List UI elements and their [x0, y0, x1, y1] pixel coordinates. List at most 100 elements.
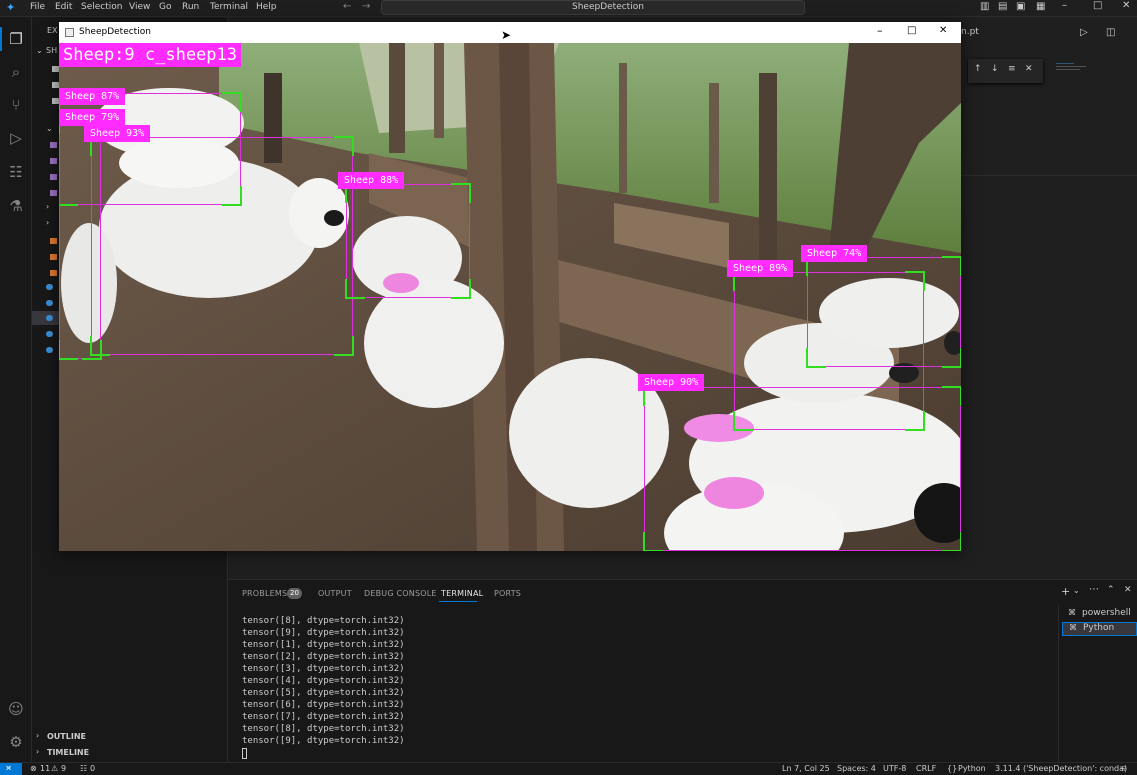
editor-tab-label[interactable]: n.pt — [961, 27, 979, 37]
chevron-down-icon[interactable]: ⌄ — [1073, 586, 1080, 595]
cursor-position[interactable]: Ln 7, Col 25 — [782, 764, 830, 773]
image-file-icon[interactable] — [50, 158, 57, 164]
terminal-line: tensor([6], dtype=torch.int32) — [242, 700, 405, 710]
rss-file-icon[interactable] — [50, 270, 57, 276]
extensions-icon[interactable]: ☷ — [7, 163, 25, 181]
vscode-logo-icon: ✦ — [6, 1, 16, 14]
customize-layout-icon[interactable]: ▦ — [1036, 1, 1045, 12]
next-match-icon[interactable]: ↓ — [991, 64, 999, 74]
box-corner-marker — [59, 340, 78, 360]
panel-toggle-icon[interactable]: ▤ — [998, 1, 1007, 12]
split-editor-icon[interactable]: ◫ — [1106, 27, 1115, 38]
file-icon[interactable] — [52, 82, 59, 88]
chevron-right-icon[interactable]: › — [46, 202, 49, 211]
language-mode[interactable]: Python — [958, 764, 986, 773]
gear-icon[interactable]: ⚙ — [7, 733, 25, 751]
python-file-icon[interactable] — [46, 331, 53, 337]
close-panel-icon[interactable]: ✕ — [1124, 585, 1132, 595]
chevron-right-icon[interactable]: › — [46, 218, 49, 227]
file-icon[interactable] — [52, 66, 59, 72]
run-debug-icon[interactable]: ▷ — [7, 129, 25, 147]
remote-button[interactable]: ⪤ — [0, 763, 22, 775]
terminal-list-divider — [1058, 604, 1059, 762]
ports-count[interactable]: 0 — [90, 764, 95, 773]
tab-output[interactable]: OUTPUT — [318, 589, 352, 598]
explorer-icon[interactable]: ❐ — [7, 30, 25, 48]
back-arrow-icon[interactable]: ← — [343, 1, 351, 12]
file-icon[interactable] — [52, 98, 59, 104]
python-file-icon[interactable] — [46, 347, 53, 353]
maximize-panel-icon[interactable]: ⌃ — [1107, 585, 1115, 595]
chevron-down-icon[interactable]: ⌄ — [36, 46, 43, 55]
tab-debug-console[interactable]: DEBUG CONSOLE — [364, 589, 437, 598]
minimize-icon[interactable]: – — [1062, 0, 1067, 11]
outline-section[interactable]: OUTLINE — [47, 732, 86, 741]
terminal-output[interactable]: tensor([8], dtype=torch.int32) tensor([9… — [228, 612, 1058, 762]
menu-terminal[interactable]: Terminal — [210, 2, 248, 12]
terminal-list-item-python[interactable]: ⌘ Python — [1062, 622, 1137, 636]
braces-icon[interactable]: {} — [947, 764, 957, 773]
close-find-icon[interactable]: ✕ — [1025, 64, 1033, 74]
new-terminal-icon[interactable]: + — [1061, 585, 1070, 598]
notifications-bell-icon[interactable]: ⍾ — [1121, 764, 1126, 774]
ports-icon[interactable]: ☷ — [80, 764, 87, 773]
image-file-icon[interactable] — [50, 174, 57, 180]
source-control-icon[interactable]: ⑂ — [7, 96, 25, 114]
layout-toggle-icon[interactable]: ▥ — [980, 1, 989, 12]
warning-icon[interactable]: ⚠ — [51, 764, 58, 773]
run-file-icon[interactable]: ▷ — [1080, 27, 1088, 38]
rss-file-icon[interactable] — [50, 254, 57, 260]
maximize-icon[interactable]: □ — [1093, 0, 1102, 11]
line-ending[interactable]: CRLF — [916, 764, 936, 773]
menu-file[interactable]: File — [30, 2, 45, 12]
tab-terminal[interactable]: TERMINAL — [441, 589, 483, 598]
warning-count[interactable]: 9 — [61, 764, 66, 773]
image-file-icon[interactable] — [50, 190, 57, 196]
tab-ports[interactable]: PORTS — [494, 589, 521, 598]
chevron-down-icon[interactable]: ⌄ — [46, 124, 53, 133]
close-icon[interactable]: ✕ — [1122, 0, 1130, 11]
tab-problems[interactable]: PROBLEMS — [242, 589, 287, 598]
rss-file-icon[interactable] — [50, 238, 57, 244]
menu-go[interactable]: Go — [159, 2, 171, 12]
menu-help[interactable]: Help — [256, 2, 277, 12]
sheep-detection-window[interactable]: SheepDetection – □ ✕ Sheep 87% Sheep 79%… — [59, 22, 961, 551]
menu-run[interactable]: Run — [182, 2, 199, 12]
menu-selection[interactable]: Selection — [81, 2, 122, 12]
detection-label: Sheep 90% — [638, 374, 705, 391]
indentation[interactable]: Spaces: 4 — [837, 764, 876, 773]
encoding[interactable]: UTF-8 — [883, 764, 906, 773]
testing-icon[interactable]: ⚗ — [7, 197, 25, 215]
window-close-icon[interactable]: ✕ — [939, 25, 947, 36]
previous-match-icon[interactable]: ↑ — [974, 64, 982, 74]
python-interpreter[interactable]: 3.11.4 ('SheepDetection': conda) — [995, 764, 1127, 773]
timeline-section[interactable]: TIMELINE — [47, 748, 89, 757]
minimap[interactable] — [1056, 61, 1096, 77]
chevron-right-icon[interactable]: › — [36, 731, 39, 740]
detection-label: Sheep 87% — [59, 88, 126, 105]
sidebar-toggle-icon[interactable]: ▣ — [1016, 1, 1025, 12]
window-maximize-icon[interactable]: □ — [907, 25, 916, 36]
python-file-icon[interactable] — [46, 315, 53, 321]
account-icon[interactable]: ☺ — [7, 700, 25, 718]
chevron-right-icon[interactable]: › — [36, 747, 39, 756]
error-icon[interactable]: ⊗ — [30, 764, 37, 773]
detection-window-title: SheepDetection — [79, 27, 151, 37]
search-icon[interactable]: ⌕ — [7, 63, 25, 81]
forward-arrow-icon[interactable]: → — [362, 1, 370, 12]
image-file-icon[interactable] — [50, 142, 57, 148]
menu-edit[interactable]: Edit — [55, 2, 72, 12]
python-file-icon[interactable] — [46, 300, 53, 306]
remote-icon: ⪤ — [6, 763, 12, 772]
window-minimize-icon[interactable]: – — [877, 24, 883, 37]
error-count[interactable]: 11 — [40, 764, 50, 773]
find-in-selection-icon[interactable]: ≡ — [1008, 64, 1016, 74]
command-center-search[interactable]: SheepDetection — [381, 0, 805, 15]
box-corner-marker — [451, 279, 471, 299]
menu-view[interactable]: View — [129, 2, 150, 12]
python-file-icon[interactable] — [46, 284, 53, 290]
more-actions-icon[interactable]: ⋯ — [1089, 584, 1099, 595]
terminal-list-item-powershell[interactable]: ⌘ powershell — [1062, 607, 1137, 621]
workspace-root-label[interactable]: SH — [46, 46, 57, 55]
detection-label: Sheep 93% — [84, 125, 151, 142]
